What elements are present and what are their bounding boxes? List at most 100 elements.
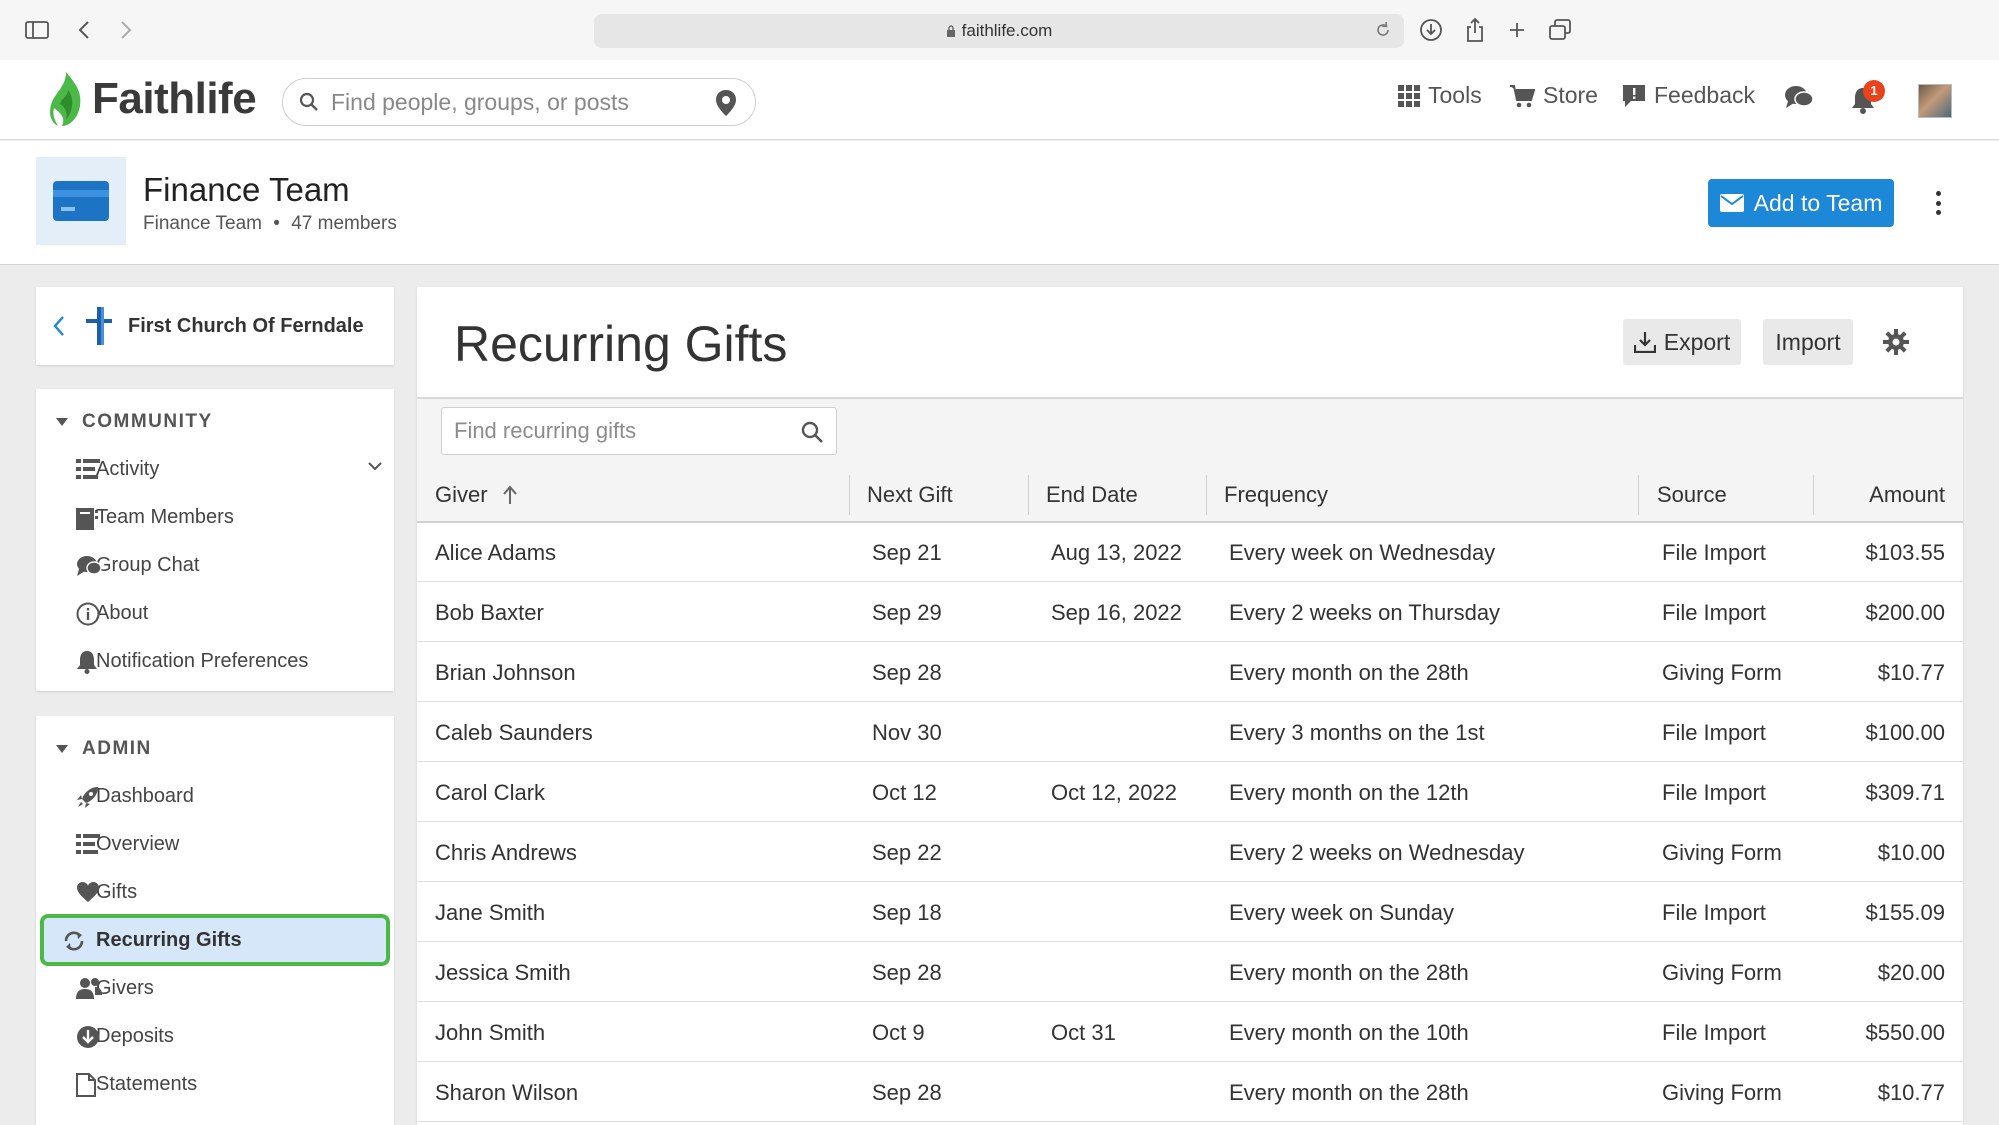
cell-frequency: Every month on the 28th: [1229, 1079, 1469, 1105]
table-row[interactable]: John Smith Oct 9 Oct 31 Every month on the …: [417, 1003, 1963, 1062]
import-button[interactable]: Import: [1763, 319, 1853, 365]
notification-badge: 1: [1863, 80, 1885, 102]
sidebar-item-dashboard[interactable]: Dashboard: [56, 774, 400, 818]
cell-giver[interactable]: John Smith: [435, 1003, 545, 1062]
cell-next-gift: Sep 22: [872, 839, 942, 865]
church-cross-icon: [86, 307, 112, 345]
nav-tools-label: Tools: [1428, 82, 1482, 108]
address-bar[interactable]: faithlife.com: [594, 14, 1404, 48]
table-row[interactable]: Jessica Smith Sep 28 Every month on the 28…: [417, 943, 1963, 1002]
sidebar-item-deposits[interactable]: Deposits: [56, 1014, 400, 1058]
column-amount[interactable]: Amount: [1817, 467, 1945, 523]
flame-icon: [50, 72, 81, 126]
cell-source: Giving Form: [1662, 1079, 1782, 1105]
cell-giver[interactable]: Brian Johnson: [435, 643, 576, 702]
chevron-down-icon[interactable]: [368, 461, 382, 471]
sidebar-item-group-chat[interactable]: Group Chat: [56, 543, 400, 587]
add-to-team-label: Add to Team: [1753, 189, 1883, 216]
table-row[interactable]: Caleb Saunders Nov 30 Every 3 months on th…: [417, 703, 1963, 762]
sidebar-item-notification-preferences[interactable]: Notification Preferences: [56, 639, 400, 683]
cell-end-date: Aug 13, 2022: [1051, 539, 1182, 565]
column-source[interactable]: Source: [1657, 467, 1727, 523]
logo-text: Faithlife: [92, 74, 257, 123]
messages-button[interactable]: [1784, 84, 1822, 112]
table-row[interactable]: Alice Adams Sep 21 Aug 13, 2022 Every week …: [417, 523, 1963, 582]
sidebar-item-team-members[interactable]: Team Members: [56, 495, 400, 539]
cell-source: Giving Form: [1662, 959, 1782, 985]
deposit-icon: [77, 1026, 99, 1048]
url-text: faithlife.com: [961, 21, 1053, 40]
export-button[interactable]: Export: [1623, 319, 1741, 365]
table-row[interactable]: Jane Smith Sep 18 Every week on Sunday File…: [417, 883, 1963, 942]
cell-source: Giving Form: [1662, 839, 1782, 865]
back-icon[interactable]: [72, 14, 96, 46]
cell-giver[interactable]: Bob Baxter: [435, 583, 544, 642]
gear-icon[interactable]: [1883, 329, 1909, 355]
cell-frequency: Every month on the 10th: [1229, 1019, 1469, 1045]
feedback-icon: [1623, 84, 1645, 107]
table-row[interactable]: Carol Clark Oct 12 Oct 12, 2022 Every month…: [417, 763, 1963, 822]
column-end-date[interactable]: End Date: [1046, 467, 1138, 523]
more-options-icon[interactable]: [1928, 185, 1948, 221]
cell-source: File Import: [1662, 539, 1766, 565]
cell-giver[interactable]: Caleb Saunders: [435, 703, 593, 762]
cell-next-gift: Sep 28: [872, 659, 942, 685]
cell-giver[interactable]: Chris Andrews: [435, 823, 577, 882]
group-title: Finance Team: [143, 171, 350, 208]
cell-giver[interactable]: Jane Smith: [435, 883, 545, 942]
column-frequency[interactable]: Frequency: [1224, 467, 1328, 523]
cell-next-gift: Sep 18: [872, 899, 942, 925]
cell-giver[interactable]: Jessica Smith: [435, 943, 571, 1002]
sidebar-item-about[interactable]: About: [56, 591, 400, 635]
nav-store[interactable]: Store: [1509, 82, 1598, 109]
nav-feedback[interactable]: Feedback: [1622, 82, 1755, 109]
user-avatar[interactable]: [1918, 84, 1952, 118]
nav-tools[interactable]: Tools: [1398, 82, 1482, 109]
admin-heading[interactable]: ADMIN: [56, 738, 152, 760]
sidebar-item-statements[interactable]: Statements: [56, 1062, 400, 1106]
table-row[interactable]: Chris Andrews Sep 22 Every 2 weeks on Wedn…: [417, 823, 1963, 882]
gift-search[interactable]: [441, 407, 837, 455]
cell-end-date: Oct 12, 2022: [1051, 779, 1177, 805]
cell-giver[interactable]: Alice Adams: [435, 523, 556, 582]
location-pin-icon[interactable]: [715, 89, 737, 117]
cell-amount: $20.00: [1877, 959, 1945, 985]
cell-giver[interactable]: Carol Clark: [435, 763, 545, 822]
browser-toolbar: faithlife.com: [0, 0, 1999, 60]
chevron-left-icon[interactable]: [52, 315, 66, 337]
sidebar-item-overview[interactable]: Overview: [56, 822, 400, 866]
faithlife-logo[interactable]: Faithlife: [46, 70, 257, 128]
group-type[interactable]: Finance Team: [143, 213, 262, 234]
reload-icon[interactable]: [1374, 21, 1392, 39]
column-next-gift[interactable]: Next Gift: [867, 467, 953, 523]
download-icon[interactable]: [1418, 14, 1444, 46]
sidebar-item-recurring-gifts[interactable]: Recurring Gifts: [40, 914, 390, 966]
sidebar-toggle-icon[interactable]: [22, 14, 52, 46]
community-heading[interactable]: COMMUNITY: [56, 411, 213, 433]
gift-search-input[interactable]: [454, 418, 794, 444]
global-search-input[interactable]: [331, 88, 701, 116]
add-to-team-button[interactable]: Add to Team: [1708, 179, 1894, 227]
global-search[interactable]: [282, 78, 756, 126]
sidebar-item-givers[interactable]: Givers: [56, 966, 400, 1010]
search-icon: [801, 421, 823, 443]
cell-giver[interactable]: Sharon Wilson: [435, 1063, 578, 1122]
lock-icon: [946, 25, 955, 37]
sidebar-item-activity[interactable]: Activity: [56, 447, 400, 491]
sidebar-item-gifts[interactable]: Gifts: [56, 870, 400, 914]
tabs-overview-icon[interactable]: [1547, 14, 1573, 46]
table-row[interactable]: Bob Baxter Sep 29 Sep 16, 2022 Every 2 week…: [417, 583, 1963, 642]
forward-icon[interactable]: [114, 14, 138, 46]
table-row[interactable]: Sharon Wilson Sep 28 Every month on the 28…: [417, 1063, 1963, 1122]
table-row[interactable]: Brian Johnson Sep 28 Every month on the 28…: [417, 643, 1963, 702]
church-switcher[interactable]: First Church Of Ferndale: [36, 287, 394, 365]
search-icon: [299, 92, 318, 111]
grid-icon: [1398, 84, 1420, 107]
new-tab-icon[interactable]: [1506, 14, 1528, 46]
member-count[interactable]: 47 members: [291, 213, 397, 234]
column-giver[interactable]: Giver: [435, 467, 518, 523]
share-icon[interactable]: [1462, 14, 1488, 46]
app-header: Faithlife Tools Store Feedback 1: [0, 60, 1999, 140]
overview-list-icon: [76, 834, 100, 854]
table-header: Giver Next Gift End Date Frequency Sourc…: [417, 467, 1963, 523]
